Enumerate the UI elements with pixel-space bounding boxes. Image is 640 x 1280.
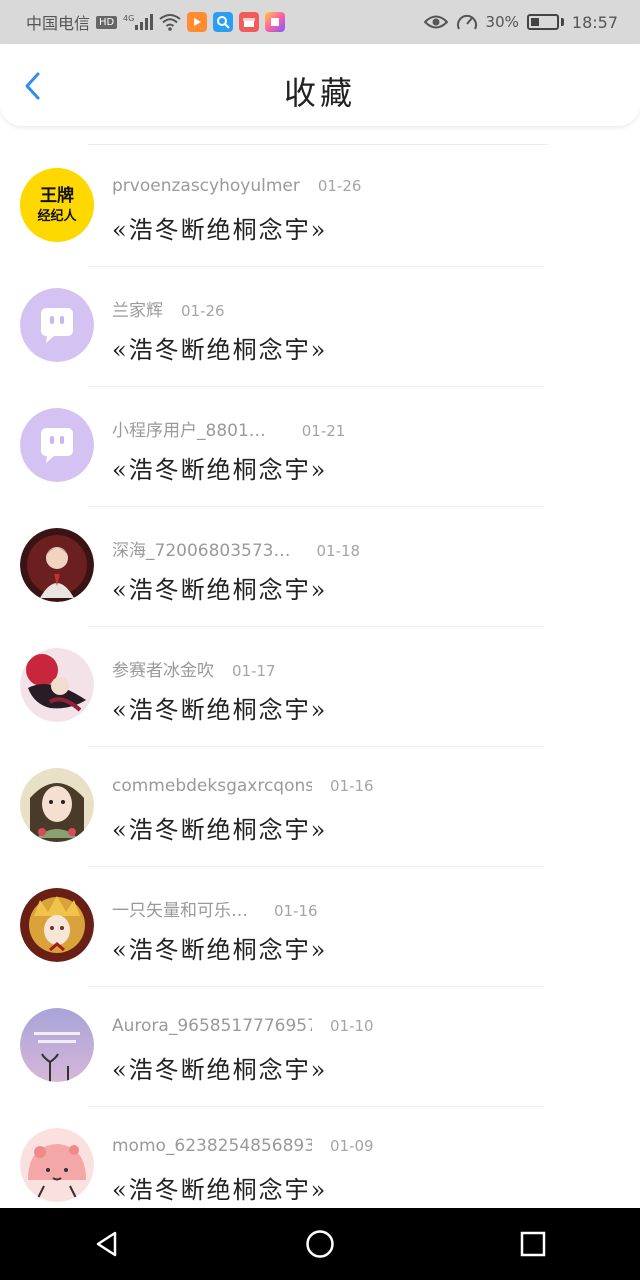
header: 收藏: [0, 44, 640, 126]
wifi-icon: [159, 13, 181, 31]
user-name: prvoenzascyhoyulmer: [112, 176, 300, 196]
page-title: 收藏: [283, 74, 356, 112]
battery-percent: 30%: [485, 13, 519, 31]
date: 01-16: [274, 902, 318, 920]
date: 01-09: [330, 1137, 374, 1155]
avatar[interactable]: [20, 648, 94, 722]
nav-back-button[interactable]: [87, 1224, 127, 1264]
speed-icon: [456, 12, 478, 32]
avatar[interactable]: [20, 768, 94, 842]
favorite-content: «浩冬断绝桐念宇»: [112, 336, 328, 364]
signal-icon: 4G: [123, 13, 154, 31]
list-item[interactable]: commebdeksgaxrcqons 01-16 «浩冬断绝桐念宇»: [0, 726, 640, 867]
avatar[interactable]: [20, 1128, 94, 1202]
user-name: 小程序用户_8801…: [112, 421, 266, 441]
favorite-content: «浩冬断绝桐念宇»: [112, 1176, 328, 1204]
user-name: Aurora_9658517776957: [112, 1016, 312, 1036]
date: 01-10: [330, 1017, 374, 1035]
circle-home-icon: [306, 1230, 334, 1258]
eye-icon: [423, 14, 448, 30]
avatar[interactable]: 王牌 经纪人: [20, 168, 94, 242]
list-item[interactable]: Aurora_9658517776957 01-10 «浩冬断绝桐念宇»: [0, 966, 640, 1107]
system-nav-bar: [0, 1208, 640, 1280]
avatar[interactable]: [20, 408, 94, 482]
favorite-content: «浩冬断绝桐念宇»: [112, 816, 328, 844]
user-name: commebdeksgaxrcqons: [112, 776, 312, 796]
list-item[interactable]: 参赛者冰金吹 01-17 «浩冬断绝桐念宇»: [0, 606, 640, 747]
favorite-content: «浩冬断绝桐念宇»: [112, 216, 328, 244]
favorite-content: «浩冬断绝桐念宇»: [112, 696, 328, 724]
hd-icon: HD: [96, 15, 118, 29]
avatar[interactable]: [20, 528, 94, 602]
user-name: 参赛者冰金吹: [112, 661, 214, 681]
search-app-icon: [213, 12, 234, 32]
list-item[interactable]: 王牌 经纪人 prvoenzascyhoyulmer 01-26 «浩冬断绝桐念…: [0, 126, 640, 267]
nav-home-button[interactable]: [300, 1224, 340, 1264]
date: 01-16: [330, 777, 374, 795]
user-name: 一只矢量和可乐…: [112, 901, 248, 921]
status-bar: 中国电信 HD 4G 30% 18:57: [0, 0, 640, 44]
list-item[interactable]: 兰家辉 01-26 «浩冬断绝桐念宇»: [0, 246, 640, 387]
square-recents-icon: [521, 1231, 546, 1257]
svg-text:王牌: 王牌: [40, 185, 74, 206]
store-app-icon: [239, 12, 260, 32]
date: 01-26: [317, 177, 362, 195]
date: 01-18: [316, 542, 361, 560]
avatar[interactable]: [20, 1008, 94, 1082]
list-item[interactable]: 小程序用户_8801… 01-21 «浩冬断绝桐念宇»: [0, 366, 640, 507]
svg-text:4G: 4G: [123, 14, 134, 23]
video-app-icon: [187, 12, 208, 32]
list-item[interactable]: momo_623825485689385 01-09 «浩冬断绝桐念宇»: [0, 1086, 640, 1206]
gift-app-icon: [265, 12, 286, 32]
clock: 18:57: [571, 12, 618, 32]
carrier-label: 中国电信: [26, 14, 91, 33]
list-item[interactable]: 深海_72006803573… 01-18 «浩冬断绝桐念宇»: [0, 486, 640, 627]
svg-text:经纪人: 经纪人: [37, 208, 77, 224]
user-name: 深海_72006803573…: [112, 541, 291, 561]
favorite-content: «浩冬断绝桐念宇»: [112, 1056, 328, 1084]
list-item[interactable]: 一只矢量和可乐… 01-16 «浩冬断绝桐念宇»: [0, 846, 640, 987]
user-name: 兰家辉: [112, 301, 163, 321]
user-name: momo_623825485689385: [112, 1136, 312, 1156]
avatar[interactable]: [20, 888, 94, 962]
favorite-content: «浩冬断绝桐念宇»: [112, 576, 328, 604]
nav-recents-button[interactable]: [513, 1224, 553, 1264]
date: 01-21: [301, 422, 346, 440]
battery-icon: [526, 14, 564, 30]
avatar[interactable]: [20, 288, 94, 362]
favorite-content: «浩冬断绝桐念宇»: [112, 456, 328, 484]
date: 01-17: [232, 662, 276, 680]
favorite-content: «浩冬断绝桐念宇»: [112, 936, 328, 964]
triangle-back-icon: [96, 1231, 116, 1257]
date: 01-26: [181, 302, 225, 320]
